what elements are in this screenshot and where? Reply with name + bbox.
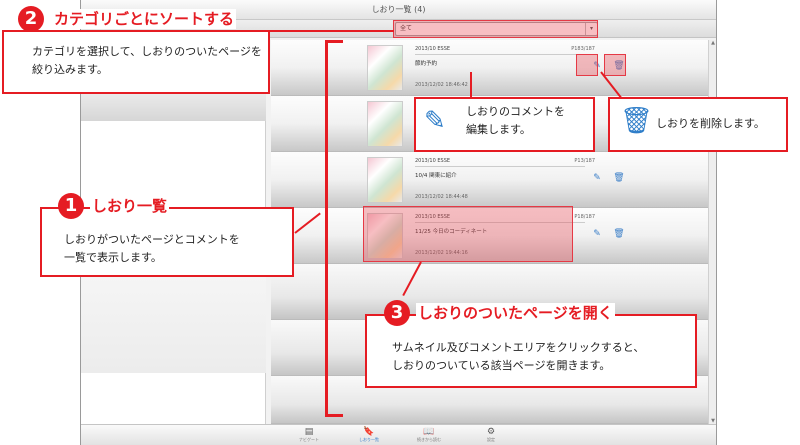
divider bbox=[415, 166, 585, 167]
page-thumbnail[interactable] bbox=[367, 101, 403, 147]
pencil-icon: ✎ bbox=[424, 106, 446, 136]
nav-continue[interactable]: 📖 続きから読む bbox=[409, 427, 449, 443]
page-thumbnail[interactable] bbox=[367, 157, 403, 203]
callout-edit-line1: しおりのコメントを bbox=[466, 105, 565, 118]
callout-list-title: しおり一覧 bbox=[90, 196, 170, 216]
trash-icon[interactable]: 🗑 bbox=[613, 228, 625, 240]
callout-open-title: しおりのついたページを開く bbox=[416, 303, 615, 323]
bookmark-meta[interactable]: 2013/10 ESSE P183/187 節約予約 2013/12/02 18… bbox=[415, 46, 595, 88]
page-number: P183/187 bbox=[571, 46, 595, 52]
bookmark-icon: 🔖 bbox=[363, 427, 375, 437]
trash-icon: 🗑 bbox=[620, 106, 654, 136]
page-thumbnail[interactable] bbox=[367, 45, 403, 91]
callout-open-line1: サムネイル及びコメントエリアをクリックすると、 bbox=[392, 341, 645, 354]
nav-label: ナビゲート bbox=[299, 437, 319, 442]
nav-navigate[interactable]: ▤ ナビゲート bbox=[289, 427, 329, 443]
nav-bookmarks[interactable]: 🔖 しおり一覧 bbox=[349, 427, 389, 443]
page-number: P13/187 bbox=[574, 158, 595, 164]
callout-open-line2: しおりのついている該当ページを開きます。 bbox=[392, 359, 611, 372]
nav-label: 設定 bbox=[487, 437, 495, 442]
bookmark-timestamp: 2013/12/02 18:46:42 bbox=[415, 82, 468, 88]
scroll-up-icon[interactable]: ▲ bbox=[709, 40, 716, 46]
callout-category-line1: カテゴリを選択して、しおりのついたページを bbox=[32, 45, 262, 58]
badge-3: 3 bbox=[384, 300, 410, 326]
bookmark-comment: 10/4 関東に紹介 bbox=[415, 173, 457, 179]
magazine-label: 2013/10 ESSE bbox=[415, 158, 451, 164]
trash-icon[interactable]: 🗑 bbox=[613, 172, 625, 184]
row-highlight bbox=[363, 206, 573, 262]
connector-line bbox=[470, 72, 472, 98]
gear-icon: ⚙ bbox=[486, 427, 496, 437]
pencil-icon[interactable]: ✎ bbox=[591, 172, 603, 184]
bottom-nav: ▤ ナビゲート 🔖 しおり一覧 📖 続きから読む ⚙ 設定 bbox=[81, 424, 716, 445]
divider bbox=[415, 54, 585, 55]
edit-highlight bbox=[576, 54, 598, 76]
bookmark-comment: 節約予約 bbox=[415, 61, 438, 67]
callout-edit-line2: 編集します。 bbox=[466, 123, 531, 136]
delete-highlight bbox=[604, 54, 626, 76]
callout-category-title: カテゴリごとにソートする bbox=[52, 9, 237, 29]
magazine-label: 2013/10 ESSE bbox=[415, 46, 451, 52]
book-icon: 📖 bbox=[423, 427, 435, 437]
navigate-icon: ▤ bbox=[304, 427, 314, 437]
badge-2: 2 bbox=[18, 6, 44, 32]
pencil-icon[interactable]: ✎ bbox=[591, 228, 603, 240]
callout-list-line2: 一覧で表示します。 bbox=[64, 251, 162, 264]
page-number: P18/187 bbox=[574, 214, 595, 220]
badge-1: 1 bbox=[58, 193, 84, 219]
tutorial-figure: しおり一覧 (4) 全て ▾ 2013/10 ESSE P183/187 節約予… bbox=[0, 0, 800, 445]
list-bracket bbox=[325, 40, 343, 417]
connector-line bbox=[268, 30, 394, 32]
bookmark-timestamp: 2013/12/02 18:44:48 bbox=[415, 194, 468, 200]
nav-settings[interactable]: ⚙ 設定 bbox=[471, 427, 511, 443]
bookmark-meta[interactable]: 2013/10 ESSE P13/187 10/4 関東に紹介 2013/12/… bbox=[415, 158, 595, 200]
nav-label: しおり一覧 bbox=[359, 437, 379, 442]
nav-label: 続きから読む bbox=[417, 437, 441, 442]
callout-list-line1: しおりがついたページとコメントを bbox=[64, 233, 240, 246]
callout-category-line2: 絞り込みます。 bbox=[32, 63, 108, 76]
callout-delete-text: しおりを削除します。 bbox=[656, 117, 765, 130]
filter-highlight bbox=[393, 20, 598, 38]
